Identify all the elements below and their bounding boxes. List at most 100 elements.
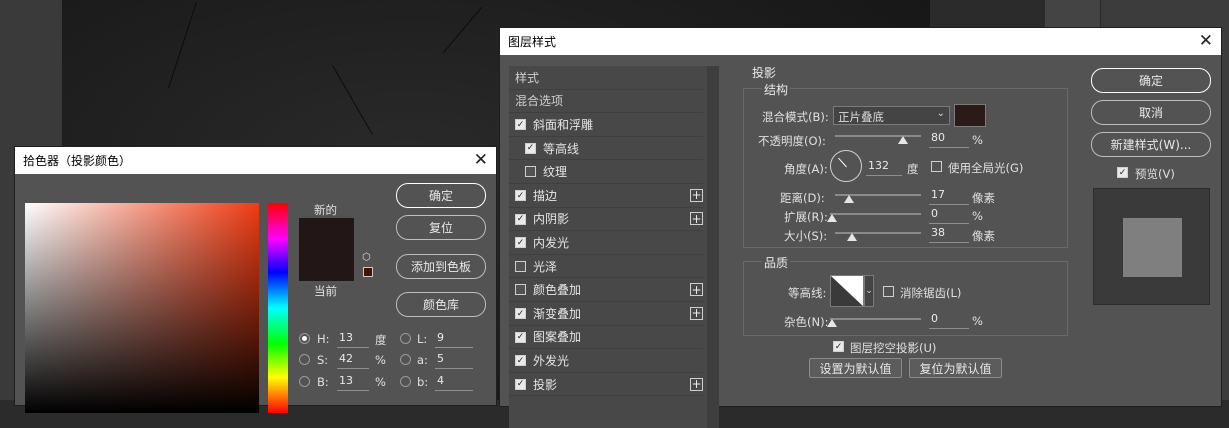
style-item-checkbox[interactable]: ✓ xyxy=(515,308,526,319)
add-to-swatches-button[interactable]: 添加到色板 xyxy=(396,254,486,279)
style-list-item[interactable]: ✓ 内发光 xyxy=(509,231,703,255)
style-list-item[interactable]: ✓ 渐变叠加 + xyxy=(509,302,703,326)
add-icon[interactable]: + xyxy=(690,306,703,320)
style-item-label: 光泽 xyxy=(533,259,558,274)
style-preview-thumbnail xyxy=(1093,188,1210,305)
ok-button[interactable]: 确定 xyxy=(396,183,486,208)
shadow-color-swatch[interactable] xyxy=(954,104,986,127)
style-list-item[interactable]: ✓ 外发光 xyxy=(509,349,703,373)
angle-dial[interactable] xyxy=(830,150,862,182)
style-item-checkbox[interactable] xyxy=(515,284,526,296)
noise-slider-thumb[interactable] xyxy=(827,319,837,327)
distance-unit: 像素 xyxy=(972,191,995,205)
a-radio[interactable] xyxy=(400,354,411,365)
preview-checkbox[interactable]: ✓ xyxy=(1117,167,1128,178)
web-color-swatch-icon[interactable] xyxy=(363,267,373,277)
hue-slider[interactable] xyxy=(268,203,288,413)
style-list-scrollbar[interactable] xyxy=(707,66,719,428)
style-item-checkbox[interactable] xyxy=(525,166,536,178)
current-color-label: 当前 xyxy=(314,284,337,298)
opacity-slider-thumb[interactable] xyxy=(898,136,908,144)
size-slider-thumb[interactable] xyxy=(847,233,857,241)
contour-picker[interactable] xyxy=(830,275,864,307)
reset-default-button[interactable]: 复位为默认值 xyxy=(909,358,1002,378)
add-icon[interactable]: + xyxy=(690,188,703,202)
spread-slider[interactable] xyxy=(830,213,921,215)
lab-b-radio[interactable] xyxy=(400,376,411,387)
style-item-checkbox[interactable]: ✓ xyxy=(515,237,526,249)
a-input[interactable]: 5 xyxy=(435,352,473,369)
add-icon[interactable]: + xyxy=(690,212,703,226)
noise-slider[interactable] xyxy=(830,318,921,320)
style-item-checkbox[interactable]: ✓ xyxy=(515,331,526,343)
style-item-checkbox[interactable]: ✓ xyxy=(515,355,526,367)
cube-icon[interactable]: ⬡ xyxy=(362,252,371,263)
h-radio[interactable] xyxy=(299,333,310,344)
style-item-label: 渐变叠加 xyxy=(533,306,582,321)
style-list: 样式 混合选项 ✓ 斜面和浮雕 ✓ 等高线 纹理 ✓ 描边 + ✓ 内阴影 + ✓ 内发光 光泽 颜色叠加 + ✓ 渐… xyxy=(509,66,719,428)
new-color-label: 新的 xyxy=(314,203,337,217)
size-input[interactable]: 38 xyxy=(929,226,969,243)
style-item-label: 投影 xyxy=(533,377,558,392)
style-list-item[interactable]: 颜色叠加 + xyxy=(509,278,703,302)
saturation-brightness-field[interactable] xyxy=(25,203,259,413)
b-radio[interactable] xyxy=(299,376,310,387)
distance-input[interactable]: 17 xyxy=(929,188,969,205)
h-input[interactable]: 13 xyxy=(337,331,369,348)
global-light-checkbox[interactable] xyxy=(931,161,942,172)
a-label: a: xyxy=(417,353,428,367)
close-icon[interactable]: ✕ xyxy=(1199,31,1213,51)
style-list-item[interactable]: ✓ 图案叠加 xyxy=(509,326,703,350)
style-list-item[interactable]: ✓ 等高线 xyxy=(509,137,703,161)
style-item-label: 内发光 xyxy=(533,235,570,250)
style-list-item[interactable]: 光泽 xyxy=(509,255,703,279)
lab-b-input[interactable]: 4 xyxy=(435,374,473,391)
style-list-item[interactable]: 纹理 xyxy=(509,160,703,184)
style-list-item[interactable]: 混合选项 xyxy=(509,90,703,114)
opacity-slider[interactable] xyxy=(835,135,921,137)
angle-input[interactable]: 132 xyxy=(866,159,902,176)
style-list-item[interactable]: ✓ 描边 + xyxy=(509,184,703,208)
close-icon[interactable]: ✕ xyxy=(474,150,488,170)
color-libraries-button[interactable]: 颜色库 xyxy=(396,292,486,317)
opacity-input[interactable]: 80 xyxy=(929,131,969,148)
l-radio[interactable] xyxy=(400,333,411,344)
knockout-checkbox[interactable]: ✓ xyxy=(833,341,844,352)
style-item-checkbox[interactable]: ✓ xyxy=(525,142,536,154)
noise-input[interactable]: 0 xyxy=(929,312,969,329)
style-list-item[interactable]: 样式 xyxy=(509,66,703,90)
lab-b-label: b: xyxy=(417,375,429,389)
style-item-checkbox[interactable]: ✓ xyxy=(515,213,526,225)
s-label: S: xyxy=(317,353,329,367)
s-radio[interactable] xyxy=(299,354,310,365)
add-icon[interactable]: + xyxy=(690,283,703,297)
cancel-button[interactable]: 取消 xyxy=(1091,100,1211,125)
spread-slider-thumb[interactable] xyxy=(827,214,837,222)
style-list-item[interactable]: ✓ 斜面和浮雕 xyxy=(509,113,703,137)
new-style-button[interactable]: 新建样式(W)... xyxy=(1091,132,1211,157)
distance-slider-thumb[interactable] xyxy=(844,195,854,203)
l-input[interactable]: 9 xyxy=(435,331,473,348)
style-item-checkbox[interactable]: ✓ xyxy=(515,190,526,201)
s-input[interactable]: 42 xyxy=(337,352,369,369)
blend-mode-select[interactable]: 正片叠底 ⌄ xyxy=(833,106,950,125)
color-picker-dialog: 拾色器（投影颜色） ✕ 新的 当前 ⬡ 确定 复位 添加到色板 颜色库 H: 1… xyxy=(14,146,497,413)
b-unit: % xyxy=(375,375,386,389)
add-icon[interactable]: + xyxy=(690,377,703,391)
style-item-checkbox[interactable]: ✓ xyxy=(515,119,526,131)
style-item-checkbox[interactable]: ✓ xyxy=(515,378,526,390)
b-input[interactable]: 13 xyxy=(337,374,369,391)
style-list-item[interactable]: ✓ 内阴影 + xyxy=(509,208,703,232)
anti-alias-checkbox[interactable] xyxy=(883,286,894,297)
spread-input[interactable]: 0 xyxy=(929,207,969,224)
style-list-item[interactable]: ✓ 投影 + xyxy=(509,373,703,397)
reset-button[interactable]: 复位 xyxy=(396,215,486,240)
layer-style-title: 图层样式 xyxy=(508,35,557,49)
make-default-button[interactable]: 设置为默认值 xyxy=(809,358,902,378)
chevron-down-icon[interactable]: ⌄ xyxy=(864,275,874,307)
ok-button[interactable]: 确定 xyxy=(1091,68,1211,93)
color-swatch xyxy=(299,218,354,281)
b-label: B: xyxy=(317,375,329,389)
style-item-checkbox[interactable] xyxy=(515,260,526,272)
contour-label: 等高线: xyxy=(788,286,827,300)
